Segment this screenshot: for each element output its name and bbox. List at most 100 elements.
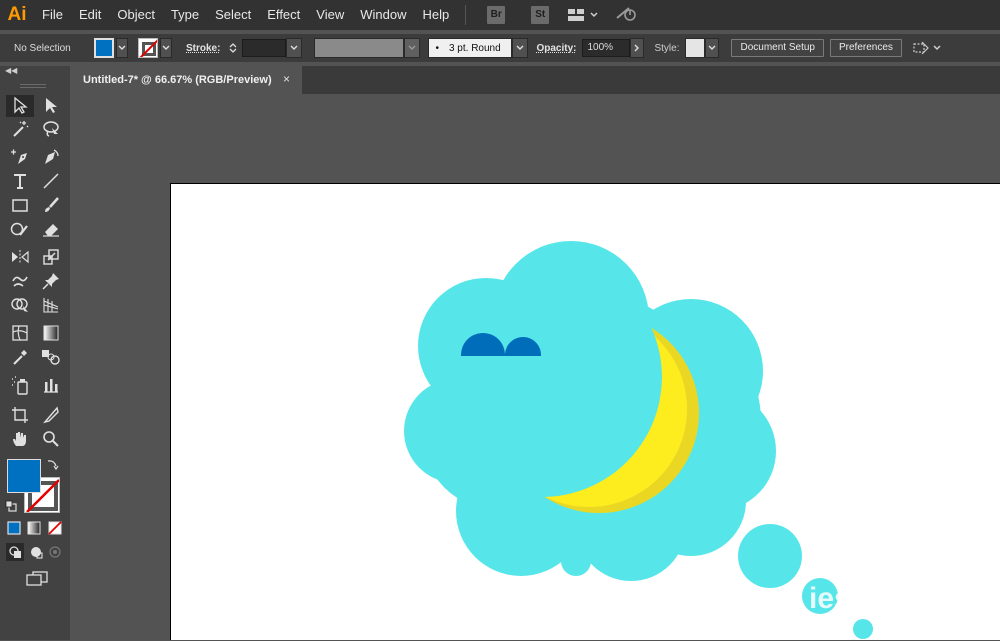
watermark-text: ies [809, 582, 851, 615]
collapse-panel-icon[interactable]: ◀◀ [5, 66, 17, 75]
scale-tool[interactable] [40, 247, 62, 267]
menu-object[interactable]: Object [109, 0, 163, 30]
graphic-style-swatch[interactable] [685, 38, 706, 58]
default-fill-stroke[interactable] [4, 499, 18, 513]
draw-inside-icon [49, 546, 61, 558]
chevron-right-icon [634, 44, 640, 52]
draw-normal-button[interactable] [6, 543, 24, 561]
screen-mode-button[interactable] [24, 569, 50, 587]
gradient-mode-button[interactable] [26, 519, 42, 537]
brush-definition[interactable]: • 3 pt. Round [428, 38, 513, 58]
perspective-grid-tool[interactable] [40, 295, 62, 315]
artboard-tool[interactable] [9, 405, 31, 425]
selection-status: No Selection [14, 42, 71, 54]
warp-tool[interactable] [9, 271, 31, 291]
opacity-slider-toggle[interactable] [630, 38, 645, 58]
draw-behind-button[interactable] [27, 543, 45, 561]
eyedropper-tool[interactable] [9, 347, 31, 367]
reflect-tool[interactable] [9, 247, 31, 267]
perspective-grid-icon [43, 298, 59, 313]
magic-wand-tool[interactable] [9, 119, 31, 139]
opacity-label[interactable]: Opacity: [536, 43, 576, 54]
hand-tool[interactable] [9, 429, 31, 449]
curvature-tool[interactable] [40, 147, 62, 167]
type-tool[interactable] [9, 171, 31, 191]
default-colors-icon [5, 500, 17, 512]
document-setup-button[interactable]: Document Setup [731, 39, 824, 57]
stroke-dropdown[interactable] [160, 38, 172, 58]
fill-swatch[interactable] [94, 38, 114, 58]
stroke-label[interactable]: Stroke: [186, 43, 220, 54]
panel-grip[interactable] [20, 84, 46, 88]
blend-icon [42, 350, 60, 365]
pen-tool[interactable] [9, 147, 31, 167]
chevron-down-icon [590, 12, 598, 18]
puppet-warp-tool[interactable] [40, 271, 62, 291]
gpu-performance-icon [616, 6, 637, 21]
draw-inside-button[interactable] [46, 543, 64, 561]
stock-button[interactable]: St [531, 6, 550, 24]
brush-dropdown[interactable] [512, 38, 529, 58]
gradient-tool[interactable] [40, 323, 62, 343]
bridge-button[interactable]: Br [487, 6, 506, 24]
stroke-weight-field[interactable] [242, 39, 287, 57]
rectangle-icon [12, 199, 28, 212]
variable-width-profile[interactable] [314, 38, 405, 58]
color-square-icon [7, 521, 21, 535]
menu-file[interactable]: File [34, 0, 71, 30]
menu-select[interactable]: Select [207, 0, 259, 30]
paintbrush-tool[interactable] [40, 195, 62, 215]
gpu-performance-button[interactable] [615, 4, 637, 27]
symbol-sprayer-tool[interactable] [9, 375, 31, 395]
chevron-down-icon [408, 45, 416, 50]
close-icon[interactable]: × [283, 72, 290, 86]
eraser-icon [43, 224, 59, 237]
lasso-tool[interactable] [40, 119, 62, 139]
menu-type[interactable]: Type [163, 0, 207, 30]
stroke-swatch[interactable] [138, 38, 158, 58]
chevron-down-icon [933, 45, 941, 51]
color-mode-button[interactable] [6, 519, 22, 537]
magnifier-icon [43, 431, 59, 447]
shape-builder-tool[interactable] [9, 295, 31, 315]
menu-divider [465, 5, 467, 25]
rectangle-tool[interactable] [9, 195, 31, 215]
chevron-down-icon [162, 45, 170, 50]
zoom-tool[interactable] [40, 429, 62, 449]
column-graph-tool[interactable] [40, 375, 62, 395]
menu-edit[interactable]: Edit [71, 0, 109, 30]
none-mode-button[interactable] [47, 519, 63, 537]
fill-dropdown[interactable] [116, 38, 128, 58]
eraser-tool[interactable] [40, 219, 62, 239]
blend-tool[interactable] [40, 347, 62, 367]
arrange-icon [913, 41, 929, 55]
variable-width-dropdown[interactable] [404, 38, 421, 58]
warp-icon [12, 276, 28, 287]
preferences-button[interactable]: Preferences [829, 39, 902, 57]
shaper-tool[interactable] [9, 219, 31, 239]
none-square-icon [48, 521, 62, 535]
opacity-field[interactable]: 100% [582, 39, 631, 57]
direct-selection-tool[interactable] [40, 95, 62, 115]
arrange-documents-button[interactable] [567, 8, 599, 22]
menu-window[interactable]: Window [352, 0, 414, 30]
arrange-objects-button[interactable] [912, 40, 942, 56]
mesh-tool[interactable] [9, 323, 31, 343]
menu-effect[interactable]: Effect [259, 0, 308, 30]
slice-tool[interactable] [40, 405, 62, 425]
graphic-style-dropdown[interactable] [705, 38, 720, 58]
menu-help[interactable]: Help [414, 0, 457, 30]
document-tab[interactable]: Untitled-7* @ 66.67% (RGB/Preview) × [74, 66, 302, 94]
swap-fill-stroke[interactable] [46, 457, 60, 471]
fill-color-swatch-front[interactable] [7, 459, 41, 493]
line-segment-tool[interactable] [40, 171, 62, 191]
stroke-weight-stepper[interactable] [226, 39, 240, 57]
stroke-weight-dropdown[interactable] [286, 38, 303, 58]
thought-bubble-small[interactable] [738, 524, 873, 639]
style-label: Style: [654, 42, 680, 54]
selection-tool[interactable] [9, 95, 31, 115]
pushpin-icon [42, 273, 59, 290]
artboard[interactable]: ies [170, 183, 1000, 640]
menu-view[interactable]: View [308, 0, 352, 30]
chevron-down-icon [516, 45, 524, 50]
